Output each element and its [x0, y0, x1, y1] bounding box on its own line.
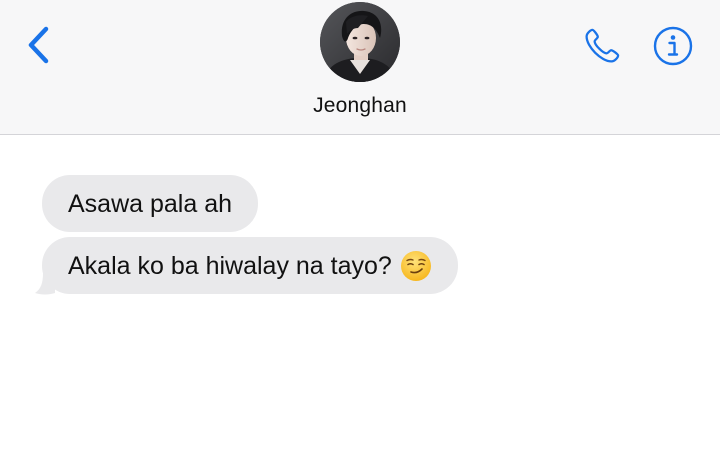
incoming-message-bubble[interactable]: Asawa pala ah — [42, 175, 259, 232]
call-button[interactable] — [580, 24, 624, 68]
back-button[interactable] — [18, 22, 58, 68]
message-text: Asawa pala ah — [68, 189, 233, 218]
incoming-message-bubble[interactable]: Akala ko ba hiwalay na tayo? — [42, 237, 458, 294]
chevron-left-icon — [28, 26, 49, 64]
info-button[interactable] — [652, 25, 694, 67]
phone-icon — [585, 28, 620, 63]
message-text: Akala ko ba hiwalay na tayo? — [68, 251, 392, 280]
contact-name[interactable]: Jeonghan — [0, 94, 720, 118]
conversation-header: Jeonghan — [0, 0, 720, 135]
message-thread[interactable]: Asawa pala ah Akala ko ba hiwalay na tay… — [0, 135, 720, 472]
smirking-face-icon — [400, 250, 431, 281]
messages-screen: Jeonghan Asawa pala ah Akala ko ba hiwal… — [0, 0, 720, 472]
info-icon — [653, 26, 693, 66]
avatar[interactable] — [320, 2, 400, 82]
contact-photo — [320, 2, 400, 82]
